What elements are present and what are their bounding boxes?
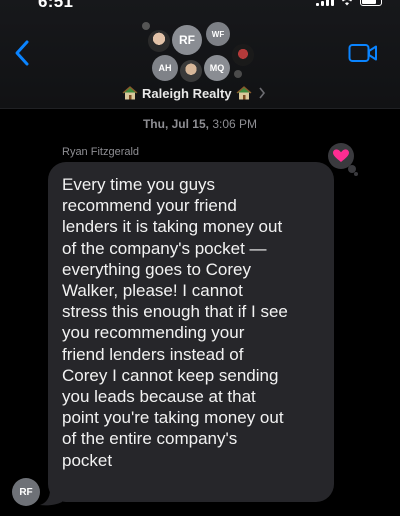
message-text: Every time you guys recommend your frien… bbox=[62, 175, 288, 470]
avatar-dot bbox=[234, 70, 242, 78]
timestamp-day: Thu, Jul 15, bbox=[142, 117, 209, 131]
status-time: 6:51 bbox=[38, 0, 74, 11]
member-avatar-ah: AH bbox=[152, 55, 178, 81]
timestamp-time: 3:06 PM bbox=[212, 117, 258, 131]
chevron-right-icon bbox=[258, 87, 265, 99]
group-name: Raleigh Realty bbox=[142, 85, 232, 101]
signal-icon bbox=[316, 0, 334, 6]
bubble-tail bbox=[40, 486, 62, 506]
member-avatar-mq: MQ bbox=[204, 55, 230, 81]
message-bubble[interactable]: Every time you guys recommend your frien… bbox=[48, 162, 334, 502]
avatar-dot bbox=[142, 22, 150, 30]
member-avatar-wf: WF bbox=[206, 22, 230, 46]
status-icons bbox=[316, 0, 382, 6]
group-avatar-cluster[interactable]: RF WF AH MQ bbox=[142, 22, 262, 84]
member-photo-avatar bbox=[180, 60, 202, 82]
member-avatar-rf: RF bbox=[172, 25, 202, 55]
sender-name: Ryan Fitzgerald bbox=[62, 146, 140, 158]
conversation-header: 6:51 RF WF AH MQ Raleigh Realty bbox=[0, 0, 400, 109]
member-photo-avatar bbox=[148, 30, 170, 52]
video-camera-icon[interactable] bbox=[348, 42, 378, 64]
house-icon bbox=[122, 86, 138, 100]
messages-screen: 6:51 RF WF AH MQ Raleigh Realty Thu, Jul… bbox=[0, 0, 400, 516]
message-timestamp: Thu, Jul 15, 3:06 PM bbox=[0, 117, 400, 131]
member-photo-avatar bbox=[232, 44, 254, 66]
battery-icon bbox=[360, 0, 382, 6]
group-name-row[interactable]: Raleigh Realty bbox=[122, 84, 266, 102]
sender-avatar[interactable]: RF bbox=[12, 478, 40, 506]
house-icon bbox=[236, 86, 252, 100]
wifi-icon bbox=[341, 0, 353, 6]
back-chevron-icon[interactable] bbox=[10, 38, 34, 68]
